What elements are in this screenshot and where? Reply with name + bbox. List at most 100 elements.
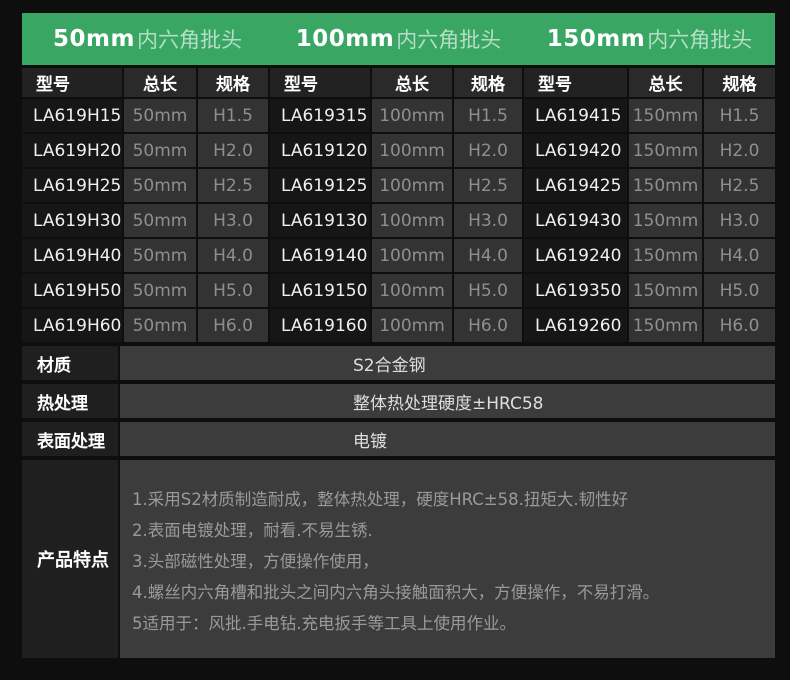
spec-cell: H4.0 <box>198 239 268 272</box>
model-cell: LA619H25 <box>22 169 122 202</box>
length-cell: 150mm <box>629 99 702 132</box>
spec-cell: H5.0 <box>704 274 775 307</box>
col-header-model: 型号 <box>524 68 627 97</box>
spec-label: 热处理 <box>22 384 118 418</box>
length-cell: 50mm <box>124 239 196 272</box>
spec-row-material: 材质 S2合金钢 <box>22 346 775 380</box>
model-cell: LA619420 <box>524 134 627 167</box>
length-cell: 50mm <box>124 169 196 202</box>
spec-cell: H4.0 <box>454 239 522 272</box>
col-header-length: 总长 <box>372 68 452 97</box>
product-type-label: 内六角批头 <box>647 28 753 52</box>
spec-cell: H6.0 <box>704 309 775 342</box>
model-cell: LA619350 <box>524 274 627 307</box>
spec-row-heat-treatment: 热处理 整体热处理硬度±HRC58 <box>22 384 775 418</box>
length-cell: 100mm <box>372 274 452 307</box>
model-cell: LA619140 <box>270 239 370 272</box>
col-header-model: 型号 <box>22 68 122 97</box>
spec-cell: H2.5 <box>454 169 522 202</box>
model-cell: LA619430 <box>524 204 627 237</box>
col-header-spec: 规格 <box>198 68 268 97</box>
length-cell: 150mm <box>629 239 702 272</box>
length-cell: 50mm <box>124 99 196 132</box>
spec-cell: H1.5 <box>454 99 522 132</box>
model-cell: LA619315 <box>270 99 370 132</box>
col-header-length: 总长 <box>629 68 702 97</box>
length-cell: 100mm <box>372 134 452 167</box>
length-cell: 50mm <box>124 204 196 237</box>
length-cell: 100mm <box>372 99 452 132</box>
model-cell: LA619260 <box>524 309 627 342</box>
feature-line: 5适用于：风批.手电钻.充电扳手等工具上使用作业。 <box>132 614 516 633</box>
size-header-150mm: 150mm 内六角批头 <box>524 13 775 65</box>
spec-label: 材质 <box>22 346 118 380</box>
model-cell: LA619H15 <box>22 99 122 132</box>
spec-cell: H5.0 <box>454 274 522 307</box>
features-body: 1.采用S2材质制造耐成，整体热处理，硬度HRC±58.扭矩大.韧性好 2.表面… <box>120 460 775 658</box>
spec-cell: H6.0 <box>454 309 522 342</box>
model-cell: LA619H50 <box>22 274 122 307</box>
length-cell: 150mm <box>629 309 702 342</box>
spec-cell: H3.0 <box>198 204 268 237</box>
spec-cell: H4.0 <box>704 239 775 272</box>
feature-line: 1.采用S2材质制造耐成，整体热处理，硬度HRC±58.扭矩大.韧性好 <box>132 490 629 509</box>
size-header-band: 50mm 内六角批头 100mm 内六角批头 150mm 内六角批头 <box>22 13 775 65</box>
length-cell: 100mm <box>372 239 452 272</box>
length-cell: 150mm <box>629 134 702 167</box>
size-value: 100mm <box>295 26 395 52</box>
spec-cell: H1.5 <box>198 99 268 132</box>
model-cell: LA619415 <box>524 99 627 132</box>
spec-cell: H2.0 <box>704 134 775 167</box>
spec-value: 整体热处理硬度±HRC58 <box>120 384 775 418</box>
spec-row-surface-treatment: 表面处理 电镀 <box>22 422 775 456</box>
spec-cell: H2.0 <box>198 134 268 167</box>
spec-cell: H6.0 <box>198 309 268 342</box>
spec-label: 表面处理 <box>22 422 118 456</box>
size-header-100mm: 100mm 内六角批头 <box>273 13 524 65</box>
spec-cell: H1.5 <box>704 99 775 132</box>
col-header-length: 总长 <box>124 68 196 97</box>
spec-tables-grid: 型号 总长 规格 型号 总长 规格 型号 总长 规格 LA619H15 50mm H1.5 LA6193… <box>22 68 775 342</box>
product-spec-sheet: 50mm 内六角批头 100mm 内六角批头 150mm 内六角批头 型号 总长规… <box>0 0 790 680</box>
model-cell: LA619150 <box>270 274 370 307</box>
model-cell: LA619H40 <box>22 239 122 272</box>
model-cell: LA619H60 <box>22 309 122 342</box>
model-cell: LA619H20 <box>22 134 122 167</box>
spec-cell: H2.5 <box>198 169 268 202</box>
spec-cell: H2.5 <box>704 169 775 202</box>
size-value: 50mm <box>53 26 135 52</box>
length-cell: 100mm <box>372 169 452 202</box>
spec-value: S2合金钢 <box>120 346 775 380</box>
length-cell: 50mm <box>124 274 196 307</box>
length-cell: 100mm <box>372 309 452 342</box>
model-cell: LA619160 <box>270 309 370 342</box>
model-cell: LA619425 <box>524 169 627 202</box>
spec-cell: H2.0 <box>454 134 522 167</box>
length-cell: 150mm <box>629 204 702 237</box>
model-cell: LA619240 <box>524 239 627 272</box>
col-header-spec: 规格 <box>704 68 775 97</box>
product-type-label: 内六角批头 <box>396 28 502 52</box>
spec-value: 电镀 <box>120 422 775 456</box>
length-cell: 50mm <box>124 134 196 167</box>
feature-line: 3.头部磁性处理，方便操作使用， <box>132 552 379 571</box>
col-header-model: 型号 <box>270 68 370 97</box>
spec-cell: H5.0 <box>198 274 268 307</box>
model-cell: LA619130 <box>270 204 370 237</box>
model-cell: LA619120 <box>270 134 370 167</box>
length-cell: 100mm <box>372 204 452 237</box>
feature-line: 4.螺丝内六角槽和批头之间内六角头接触面积大，方便操作，不易打滑。 <box>132 583 660 602</box>
features-label: 产品特点 <box>22 460 118 658</box>
model-cell: LA619H30 <box>22 204 122 237</box>
product-type-label: 内六角批头 <box>136 28 242 52</box>
size-header-50mm: 50mm 内六角批头 <box>22 13 273 65</box>
col-header-spec: 规格 <box>454 68 522 97</box>
size-value: 150mm <box>546 26 646 52</box>
length-cell: 150mm <box>629 169 702 202</box>
product-features-block: 产品特点 1.采用S2材质制造耐成，整体热处理，硬度HRC±58.扭矩大.韧性好… <box>22 460 775 658</box>
feature-line: 2.表面电镀处理，耐看.不易生锈. <box>132 521 373 540</box>
length-cell: 150mm <box>629 274 702 307</box>
length-cell: 50mm <box>124 309 196 342</box>
spec-cell: H3.0 <box>704 204 775 237</box>
spec-cell: H3.0 <box>454 204 522 237</box>
